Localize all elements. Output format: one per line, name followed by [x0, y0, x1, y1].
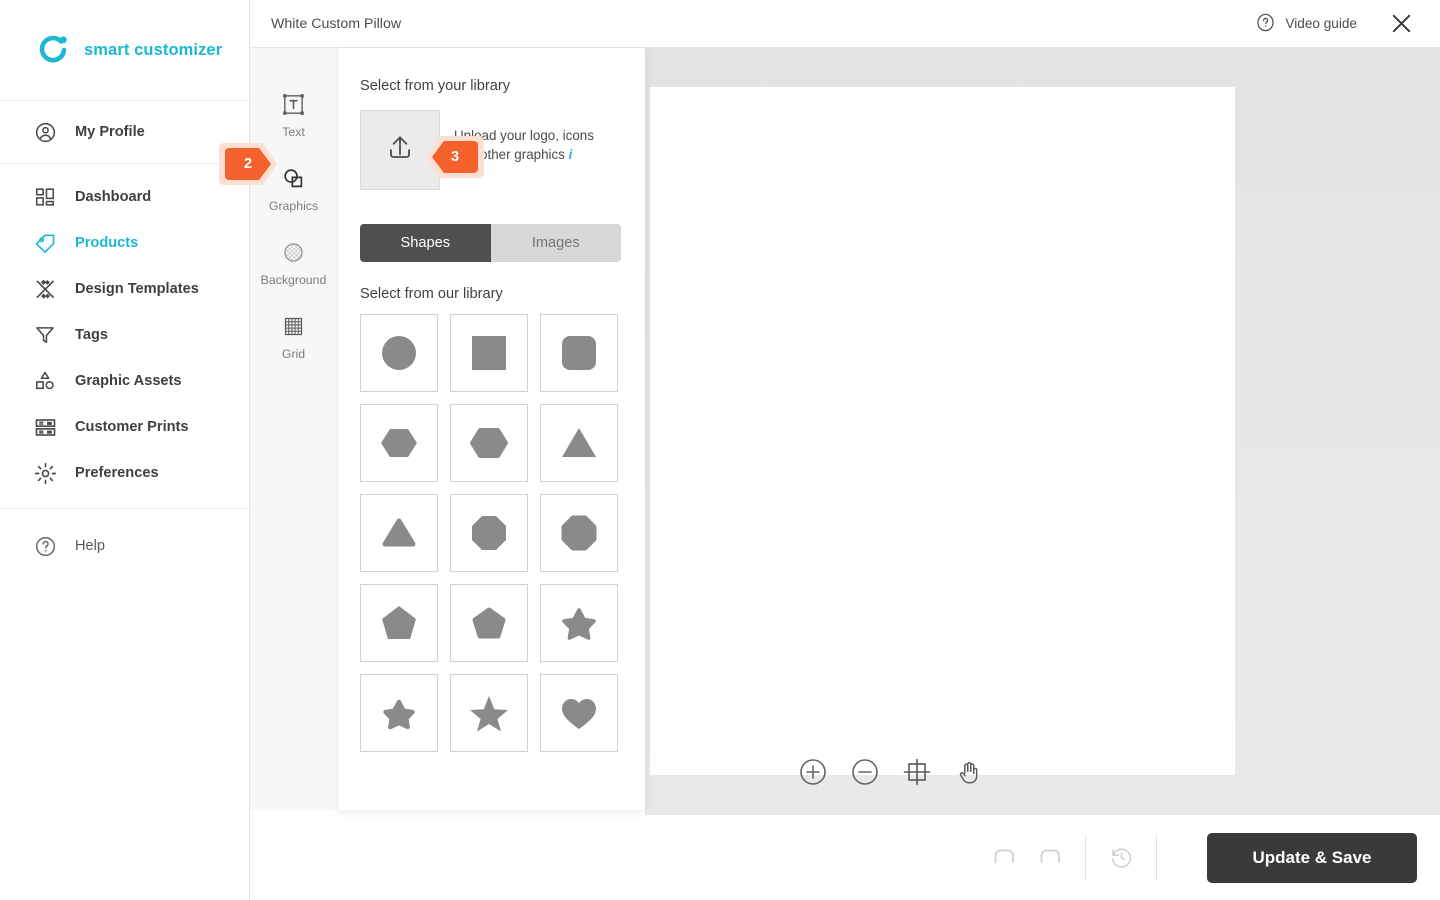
- user-circle-icon: [32, 119, 58, 145]
- sidebar-item-label: Help: [75, 538, 106, 554]
- sidebar-group-help: Help: [0, 509, 249, 577]
- tool-label: Grid: [281, 346, 306, 361]
- sidebar-item-my-profile[interactable]: My Profile: [0, 109, 249, 155]
- sidebar-item-help[interactable]: Help: [0, 523, 249, 569]
- sidebar-item-customer-prints[interactable]: Customer Prints: [0, 404, 249, 450]
- zoom-in-icon[interactable]: [796, 755, 830, 789]
- shape-triangle-rounded[interactable]: [360, 494, 438, 572]
- shape-circle[interactable]: [360, 314, 438, 392]
- shape-triangle[interactable]: [540, 404, 618, 482]
- shape-star-sharp[interactable]: [450, 674, 528, 752]
- sidebar-item-dashboard[interactable]: Dashboard: [0, 174, 249, 220]
- sidebar-item-products[interactable]: Products: [0, 220, 249, 266]
- editor-bottombar: Update & Save: [250, 815, 1440, 900]
- page-title: White Custom Pillow: [271, 15, 402, 32]
- shape-hexagon-flat-top[interactable]: [360, 404, 438, 482]
- library-source-toggle: Shapes Images: [360, 224, 621, 262]
- video-guide-label: Video guide: [1285, 16, 1357, 31]
- gear-icon: [32, 460, 58, 486]
- shape-pentagon[interactable]: [360, 584, 438, 662]
- upload-arrow-icon: [383, 131, 417, 170]
- sidebar-item-design-templates[interactable]: Design Templates: [0, 266, 249, 312]
- shape-hexagon-pointy-top[interactable]: [450, 404, 528, 482]
- editor-topbar: White Custom Pillow Video guide: [250, 0, 1440, 48]
- sidebar-item-label: Design Templates: [75, 281, 199, 297]
- graphic-assets-icon: [32, 368, 58, 394]
- divider: [1156, 834, 1157, 881]
- video-guide-button[interactable]: Video guide: [1255, 12, 1357, 36]
- design-templates-icon: [32, 276, 58, 302]
- zoom-out-icon[interactable]: [848, 755, 882, 789]
- shape-octagon[interactable]: [450, 494, 528, 572]
- fit-to-frame-icon[interactable]: [900, 755, 934, 789]
- sidebar-item-label: Dashboard: [75, 189, 152, 205]
- redo-icon[interactable]: [1027, 835, 1073, 881]
- canvas-tools: [796, 755, 986, 789]
- tool-label: Graphics: [268, 198, 319, 213]
- question-circle-icon: [32, 533, 58, 559]
- brand-name: smart customizer: [84, 40, 223, 59]
- upload-row: Upload your logo, icons and other graphi…: [360, 110, 623, 190]
- tag-icon: [32, 230, 58, 256]
- tool-label: Text: [282, 124, 305, 139]
- tool-background[interactable]: Background: [250, 226, 337, 300]
- sidebar-item-label: Products: [75, 235, 139, 251]
- tool-text[interactable]: Text: [250, 78, 337, 152]
- sidebar-group-main: Dashboard Products Design Templates Tags…: [0, 164, 249, 509]
- update-and-save-button[interactable]: Update & Save: [1207, 832, 1417, 883]
- shape-square[interactable]: [450, 314, 528, 392]
- shape-octagon-rounded[interactable]: [540, 494, 618, 572]
- shape-star-rounded[interactable]: [360, 674, 438, 752]
- topbar-actions: Video guide: [1255, 2, 1440, 46]
- app-sidebar: smart customizer My Profile Dashboard Pr…: [0, 0, 250, 900]
- tool-grid[interactable]: Grid: [250, 300, 337, 374]
- text-box-icon: [281, 92, 306, 118]
- funnel-icon: [32, 322, 58, 348]
- tool-label: Background: [260, 272, 327, 287]
- divider: [1085, 834, 1086, 881]
- customer-prints-icon: [32, 414, 58, 440]
- product-preview-sheet[interactable]: [650, 87, 1235, 775]
- question-circle-icon: [1255, 12, 1276, 36]
- history-clock-icon[interactable]: [1098, 835, 1144, 881]
- shape-star-rounded-small[interactable]: [540, 584, 618, 662]
- shape-library-grid: [360, 314, 623, 752]
- sidebar-item-label: Preferences: [75, 465, 159, 481]
- sidebar-item-graphic-assets[interactable]: Graphic Assets: [0, 358, 249, 404]
- sidebar-item-label: Customer Prints: [75, 419, 189, 435]
- sidebar-item-tags[interactable]: Tags: [0, 312, 249, 358]
- undo-icon[interactable]: [981, 835, 1027, 881]
- shape-pentagon-rounded[interactable]: [450, 584, 528, 662]
- app-root: smart customizer My Profile Dashboard Pr…: [0, 0, 1440, 900]
- graphics-shapes-icon: [281, 166, 306, 192]
- library-heading: Select from your library: [360, 78, 511, 94]
- grid-icon: [282, 314, 305, 340]
- close-icon[interactable]: [1379, 2, 1423, 46]
- pan-hand-icon[interactable]: [952, 755, 986, 789]
- step-badge-3: 3: [426, 136, 484, 178]
- upload-box[interactable]: [360, 110, 440, 190]
- sidebar-item-label: Graphic Assets: [75, 373, 182, 389]
- sidebar-item-label: Tags: [75, 327, 108, 343]
- shape-heart[interactable]: [540, 674, 618, 752]
- tab-shapes[interactable]: Shapes: [360, 224, 491, 262]
- circle-dot-logo-icon: [36, 33, 70, 67]
- checkerboard-circle-icon: [282, 240, 305, 266]
- step-badge-2: 2: [219, 143, 277, 185]
- tab-images[interactable]: Images: [490, 224, 621, 262]
- sidebar-group-profile: My Profile: [0, 101, 249, 164]
- graphics-panel: Select from your library Upload your log…: [338, 48, 645, 810]
- shape-rounded-square[interactable]: [540, 314, 618, 392]
- our-library-heading: Select from our library: [360, 286, 503, 302]
- info-italic-icon[interactable]: i: [569, 147, 573, 162]
- sidebar-item-preferences[interactable]: Preferences: [0, 450, 249, 496]
- brand-logo[interactable]: smart customizer: [0, 0, 249, 101]
- dashboard-grid-icon: [32, 184, 58, 210]
- sidebar-item-label: My Profile: [75, 124, 145, 140]
